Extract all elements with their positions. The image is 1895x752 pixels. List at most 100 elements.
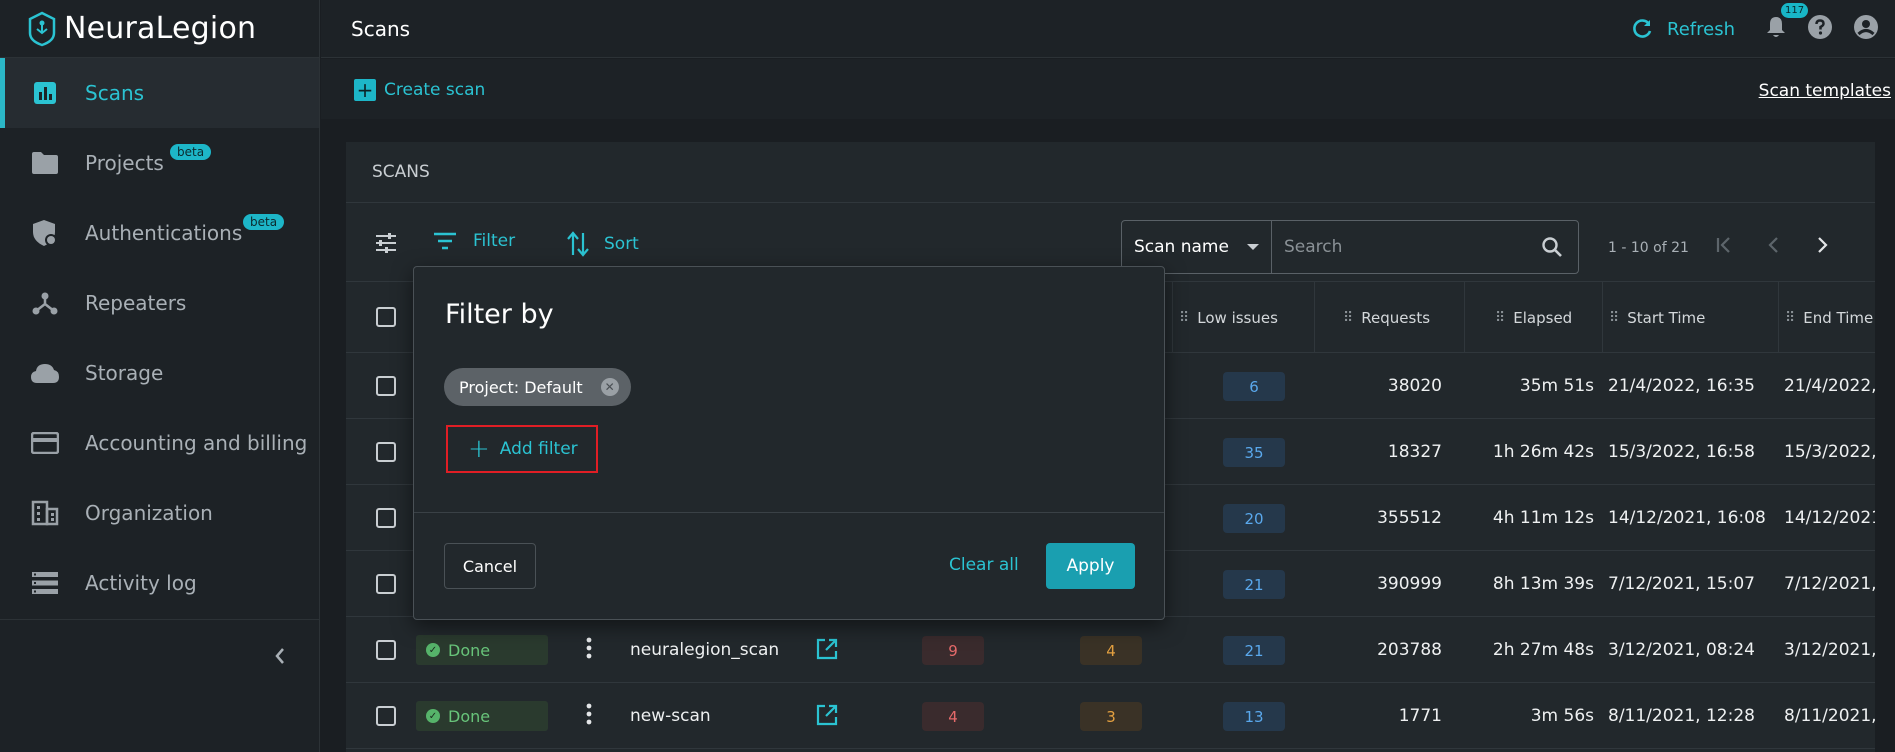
row-checkbox[interactable] [376,706,396,726]
sidebar-item-label: Activity log [85,571,197,595]
help-button[interactable] [1807,14,1833,44]
account-button[interactable] [1853,14,1879,44]
row-checkbox[interactable] [376,640,396,660]
requests-cell: 18327 [1387,442,1442,462]
start-time-cell: 21/4/2022, 16:35 [1608,376,1755,396]
sidebar-item-activity-log[interactable]: Activity log [0,548,319,618]
chevron-right-icon [1818,237,1828,253]
elapsed-cell: 1h 26m 42s [1492,442,1594,462]
search-button[interactable] [1526,221,1578,273]
cloud-icon [30,358,60,388]
start-time-cell: 8/11/2021, 12:28 [1608,706,1755,726]
sidebar-item-label: Repeaters [85,291,187,315]
status-badge: ✓ Done [416,701,548,731]
column-header-requests[interactable]: ⠿ Requests [1314,282,1464,353]
filter-button[interactable]: Filter [433,231,515,251]
requests-cell: 390999 [1377,574,1442,594]
row-checkbox[interactable] [376,376,396,396]
table-row[interactable]: ✓ Done new-scan 4 3 13 1771 3m 56s 8/11/… [346,683,1875,749]
low-issues-badge: 20 [1223,504,1285,533]
more-vertical-icon [586,637,592,659]
refresh-button[interactable]: Refresh [1631,18,1735,40]
drag-handle-icon[interactable]: ⠿ [1785,310,1795,326]
scan-name-cell[interactable]: neuralegion_scan [630,617,810,683]
requests-cell: 38020 [1387,376,1442,396]
table-row[interactable]: ✓ Done neuralegion_scan 9 4 21 203788 2h… [346,617,1875,683]
notifications-button[interactable]: 117 [1765,3,1809,43]
high-issues-badge: 4 [922,702,984,731]
requests-cell: 203788 [1377,640,1442,660]
low-issues-badge: 21 [1223,636,1285,665]
scan-templates-link[interactable]: Scan templates [1759,81,1891,101]
start-time-cell: 14/12/2021, 16:08 [1608,508,1766,528]
drag-handle-icon[interactable]: ⠿ [1609,310,1619,326]
sort-button[interactable]: Sort [566,231,639,257]
previous-page-button[interactable] [1764,235,1784,259]
search-input[interactable] [1272,221,1526,273]
neuralegion-logo-icon [28,11,56,46]
pagination-range: 1 - 10 of 21 [1608,240,1689,256]
elapsed-cell: 35m 51s [1519,376,1594,396]
sidebar-item-organization[interactable]: Organization [0,478,319,548]
end-time-cell: 21/4/2022, 1 [1784,376,1875,396]
sidebar-item-repeaters[interactable]: Repeaters [0,268,319,338]
row-menu-button[interactable] [586,703,592,729]
low-issues-badge: 6 [1223,372,1285,401]
page-title: Scans [351,16,411,41]
first-page-icon [1716,237,1730,253]
sidebar-item-label: Organization [85,501,213,525]
drag-handle-icon[interactable]: ⠿ [1495,310,1505,326]
sidebar-item-accounting[interactable]: Accounting and billing [0,408,319,478]
column-header-elapsed[interactable]: ⠿ Elapsed [1464,282,1602,353]
collapse-sidebar-button[interactable] [0,619,320,691]
beta-badge: beta [243,214,285,230]
account-circle-icon [1854,15,1878,39]
sidebar-item-label: Authentications [85,221,243,245]
bell-icon [1767,17,1785,37]
remove-filter-icon[interactable]: ✕ [600,378,619,396]
sidebar-item-projects[interactable]: Projects beta [0,128,319,198]
credit-card-icon [30,428,60,458]
create-scan-button[interactable]: + Create scan [354,78,485,102]
select-all-checkbox[interactable] [376,307,396,327]
chevron-left-icon [1768,237,1778,253]
chevron-down-icon [1246,244,1259,250]
help-icon [1808,15,1832,39]
row-menu-button[interactable] [586,637,592,663]
sidebar-item-authentications[interactable]: Authentications beta [0,198,319,268]
columns-settings-button[interactable] [374,231,398,255]
cancel-button[interactable]: Cancel [444,543,536,589]
apply-button[interactable]: Apply [1046,543,1135,589]
end-time-cell: 8/11/2021, 1 [1784,706,1875,726]
drag-handle-icon[interactable]: ⠿ [1179,310,1189,326]
row-checkbox[interactable] [376,508,396,528]
row-checkbox[interactable] [376,442,396,462]
low-issues-badge: 21 [1223,570,1285,599]
open-in-new-button[interactable] [815,703,839,731]
column-header-start-time[interactable]: ⠿ Start Time [1602,282,1778,353]
filter-chip[interactable]: Project: Default ✕ [444,368,631,406]
column-header-end-time[interactable]: ⠿ End Time [1778,282,1875,353]
scan-name-cell[interactable]: new-scan [630,683,810,749]
elapsed-cell: 8h 13m 39s [1492,574,1594,594]
next-page-button[interactable] [1812,235,1832,259]
column-header-low-issues[interactable]: ⠿ Low issues [1172,282,1314,353]
add-filter-button[interactable]: + Add filter [446,425,598,473]
first-page-button[interactable] [1714,235,1734,259]
drag-handle-icon[interactable]: ⠿ [1343,310,1353,326]
end-time-cell: 14/12/2021, 2 [1784,508,1875,528]
clear-all-button[interactable]: Clear all [949,555,1019,575]
notification-count-badge: 117 [1781,3,1809,18]
start-time-cell: 15/3/2022, 16:58 [1608,442,1755,462]
row-checkbox[interactable] [376,574,396,594]
brand-logo[interactable]: NeuraLegion [0,0,319,58]
high-issues-badge: 9 [922,636,984,665]
elapsed-cell: 4h 11m 12s [1492,508,1594,528]
sidebar-item-scans[interactable]: Scans [0,58,319,128]
open-in-new-button[interactable] [815,637,839,665]
app-root: NeuraLegion Scans Projects beta Authenti… [0,0,1895,752]
sidebar-item-storage[interactable]: Storage [0,338,319,408]
card-title: SCANS [346,142,1875,203]
end-time-cell: 7/12/2021, 2 [1784,574,1875,594]
action-bar: + Create scan Scan templates [321,59,1895,119]
